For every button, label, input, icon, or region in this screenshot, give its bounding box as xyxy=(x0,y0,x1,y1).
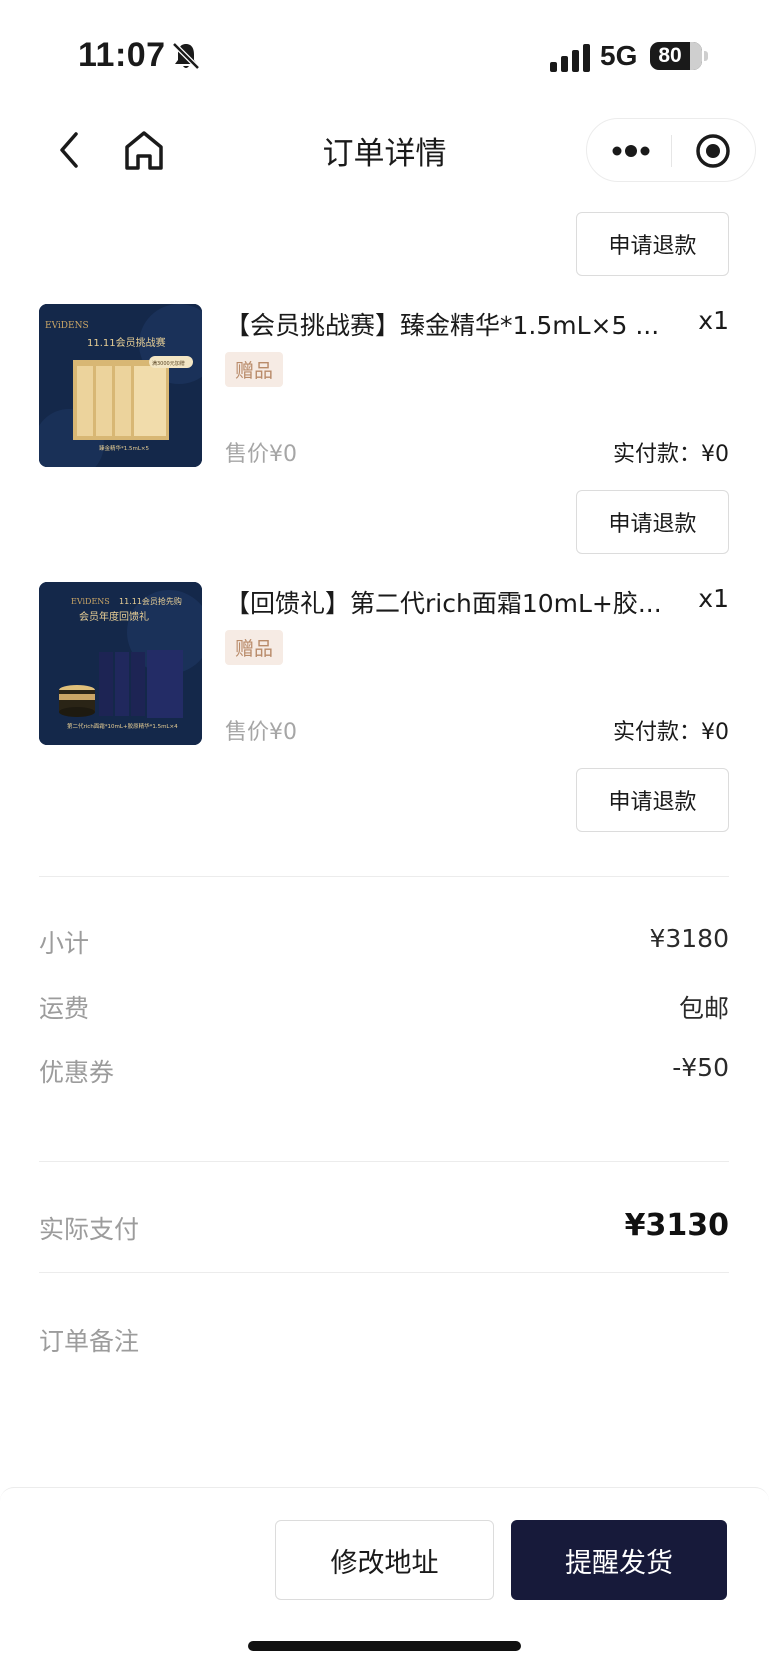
coupon-row: 优惠券 -¥50 xyxy=(39,1053,729,1093)
nav-bar: 订单详情 xyxy=(0,110,769,190)
thumb-brand: EViDENS xyxy=(71,597,110,606)
cellular-signal-icon xyxy=(550,44,590,72)
modify-address-button[interactable]: 修改地址 xyxy=(275,1520,494,1600)
battery-level: 80 xyxy=(658,44,682,67)
thumb-badge: 满3000元加赠 xyxy=(152,360,185,367)
gift-badge: 赠品 xyxy=(225,630,284,665)
total-label: 实际支付 xyxy=(39,1215,140,1244)
product-quantity: x1 xyxy=(698,306,729,335)
order-note-row[interactable]: 订单备注 xyxy=(39,1322,729,1362)
subtotal-row: 小计 ¥3180 xyxy=(39,924,729,964)
product-thumbnail: EViDENS 11.11会员挑战赛 满3000元加赠 臻金精华*1.5mL×5 xyxy=(39,304,202,467)
product-title: 【会员挑战赛】臻金精华*1.5mL×5 ... xyxy=(225,311,660,340)
total-row: 实际支付 ¥3130 xyxy=(39,1208,729,1250)
bell-muted-icon xyxy=(172,42,200,70)
shipping-row: 运费 包邮 xyxy=(39,989,729,1029)
shipping-label: 运费 xyxy=(39,994,90,1023)
more-icon[interactable] xyxy=(611,139,651,163)
thumb-caption: 臻金精华*1.5mL×5 xyxy=(99,444,150,452)
refund-button[interactable]: 申请退款 xyxy=(576,212,729,276)
bottom-action-bar: 修改地址 提醒发货 xyxy=(0,1487,769,1665)
coupon-value: -¥50 xyxy=(672,1053,729,1082)
divider xyxy=(39,1161,729,1162)
thumb-headline: 11.11会员挑战赛 xyxy=(87,336,166,349)
refund-button[interactable]: 申请退款 xyxy=(576,490,729,554)
thumb-subheadline: 会员年度回馈礼 xyxy=(79,610,149,623)
status-time: 11:07 xyxy=(78,36,166,74)
close-miniapp-icon[interactable] xyxy=(695,133,731,169)
product-item[interactable]: EViDENS 11.11会员抢先购 会员年度回馈礼 第二代rich面霜*10m… xyxy=(0,582,769,752)
subtotal-value: ¥3180 xyxy=(649,924,729,953)
product-price: 售价¥0 xyxy=(225,720,297,745)
product-image: EViDENS 11.11会员抢先购 会员年度回馈礼 第二代rich面霜*10m… xyxy=(39,582,202,745)
remind-shipping-button[interactable]: 提醒发货 xyxy=(511,1520,727,1600)
network-type: 5G xyxy=(600,40,638,71)
order-note-label: 订单备注 xyxy=(39,1327,140,1356)
battery-icon: 80 xyxy=(650,42,702,70)
product-image: EViDENS 11.11会员挑战赛 满3000元加赠 臻金精华*1.5mL×5 xyxy=(39,304,202,467)
thumb-brand: EViDENS xyxy=(45,321,89,331)
home-indicator[interactable] xyxy=(248,1641,521,1651)
refund-button[interactable]: 申请退款 xyxy=(576,768,729,832)
divider xyxy=(39,876,729,877)
product-quantity: x1 xyxy=(698,584,729,613)
product-paid: 实付款：¥0 xyxy=(613,720,729,745)
miniapp-capsule xyxy=(586,118,756,182)
coupon-label: 优惠券 xyxy=(39,1058,115,1087)
capsule-divider xyxy=(671,135,672,167)
thumb-caption: 第二代rich面霜*10mL+胶原精华*1.5mL×4 xyxy=(67,722,178,730)
subtotal-label: 小计 xyxy=(39,929,90,958)
battery-nub xyxy=(704,51,708,61)
product-thumbnail: EViDENS 11.11会员抢先购 会员年度回馈礼 第二代rich面霜*10m… xyxy=(39,582,202,745)
shipping-value: 包邮 xyxy=(678,994,729,1023)
status-bar: 11:07 5G 80 xyxy=(0,0,769,110)
total-value: ¥3130 xyxy=(624,1208,729,1243)
product-title: 【回馈礼】第二代rich面霜10mL+胶... xyxy=(225,589,662,618)
divider xyxy=(39,1272,729,1273)
thumb-headline: 11.11会员抢先购 xyxy=(119,596,182,606)
product-price: 售价¥0 xyxy=(225,442,297,467)
product-item[interactable]: EViDENS 11.11会员挑战赛 满3000元加赠 臻金精华*1.5mL×5… xyxy=(0,304,769,474)
gift-badge: 赠品 xyxy=(225,352,284,387)
product-paid: 实付款：¥0 xyxy=(613,442,729,467)
